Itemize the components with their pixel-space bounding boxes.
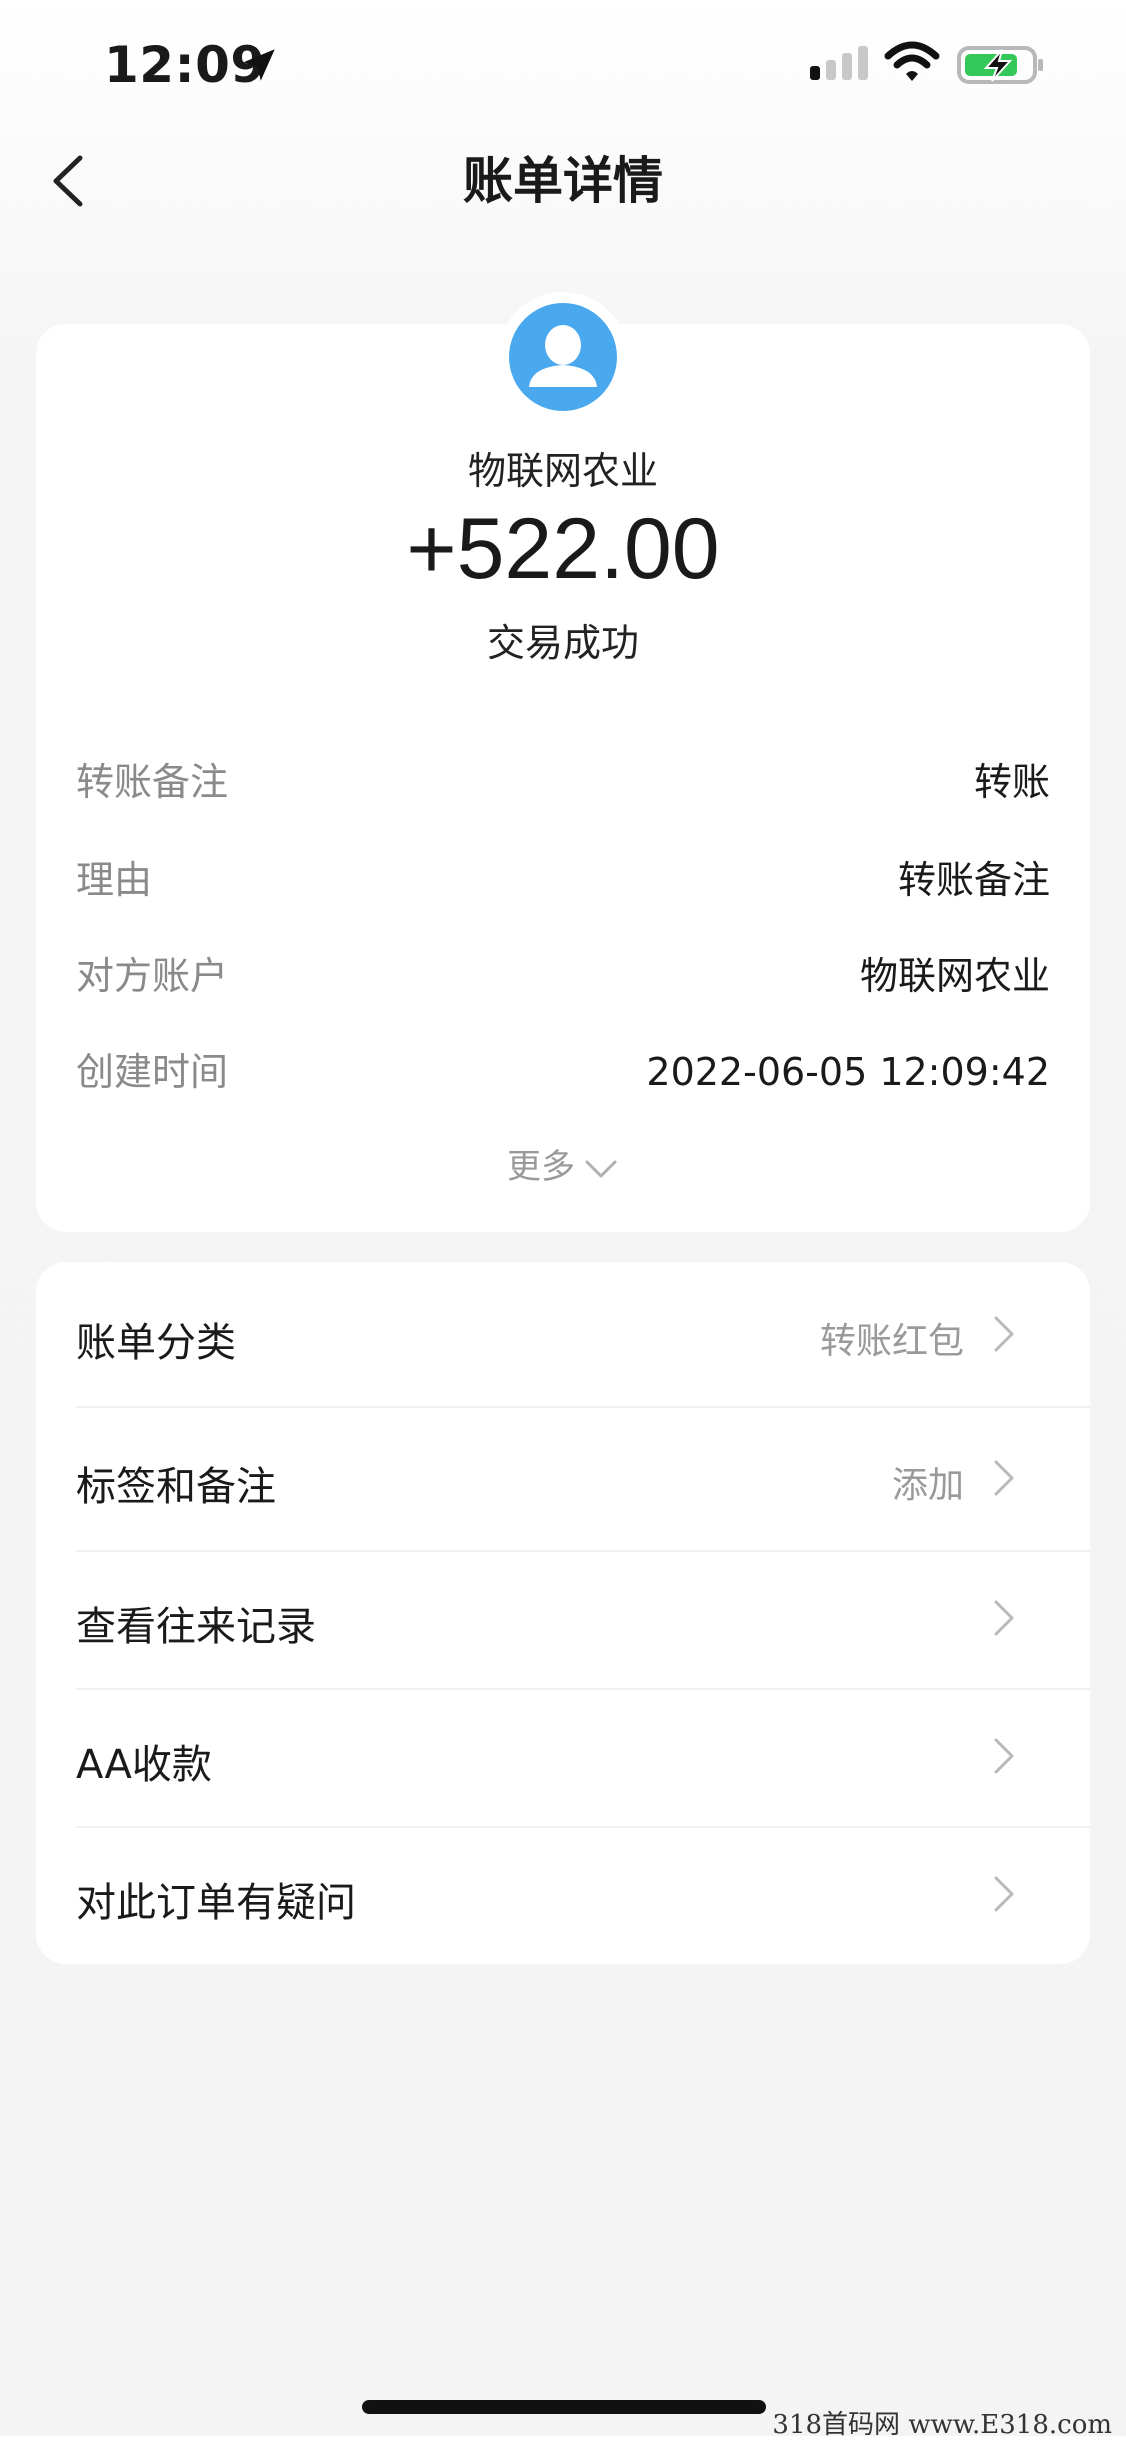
status-bar: 12:09 xyxy=(0,0,1126,130)
home-indicator xyxy=(362,2400,766,2414)
watermark: 318首码网 www.E318.com xyxy=(772,2410,1112,2440)
detail-row-remark: 转账备注 转账 xyxy=(76,752,1050,812)
menu-item-label: 对此订单有疑问 xyxy=(76,1880,356,1926)
menu-item-value: 转账红包 xyxy=(819,1321,964,1362)
menu-item-history[interactable]: 查看往来记录 xyxy=(36,1552,1054,1688)
page-title: 账单详情 xyxy=(463,152,663,210)
detail-label: 创建时间 xyxy=(76,1050,229,1094)
detail-label: 对方账户 xyxy=(76,954,229,998)
transaction-status: 交易成功 xyxy=(486,621,639,665)
location-arrow-icon xyxy=(243,49,275,81)
menu-item-label: 账单分类 xyxy=(76,1320,236,1366)
detail-value: 转账备注 xyxy=(897,858,1050,902)
avatar xyxy=(498,292,628,422)
wifi-icon xyxy=(884,41,940,81)
detail-row-created-time: 创建时间 2022-06-05 12:09:42 xyxy=(76,1042,1050,1102)
detail-label: 转账备注 xyxy=(76,760,229,804)
menu-item-label: AA收款 xyxy=(76,1742,212,1788)
chevron-down-icon xyxy=(585,1160,617,1177)
battery-charging-icon xyxy=(957,46,1043,84)
detail-label: 理由 xyxy=(76,858,153,902)
menu-item-label: 标签和备注 xyxy=(76,1464,276,1510)
menu-item-bill-category[interactable]: 账单分类 转账红包 xyxy=(36,1262,1054,1406)
menu-item-label: 查看往来记录 xyxy=(76,1604,316,1650)
chevron-right-icon xyxy=(994,1738,1014,1774)
counterparty-name: 物联网农业 xyxy=(467,449,658,493)
detail-value: 转账 xyxy=(973,760,1050,804)
chevron-right-icon xyxy=(994,1316,1014,1352)
menu-item-tags-notes[interactable]: 标签和备注 添加 xyxy=(36,1408,1054,1550)
more-button[interactable]: 更多 xyxy=(0,1142,1126,1192)
detail-value: 物联网农业 xyxy=(859,954,1050,998)
menu-item-aa-collect[interactable]: AA收款 xyxy=(36,1690,1054,1826)
transaction-amount: +522.00 xyxy=(406,501,720,597)
more-label: 更多 xyxy=(507,1147,575,1187)
chevron-right-icon xyxy=(994,1600,1014,1636)
detail-value: 2022-06-05 12:09:42 xyxy=(646,1050,1050,1094)
detail-row-account: 对方账户 物联网农业 xyxy=(76,946,1050,1006)
back-chevron-icon[interactable] xyxy=(40,148,100,214)
menu-item-order-question[interactable]: 对此订单有疑问 xyxy=(36,1828,1054,1964)
detail-row-reason: 理由 转账备注 xyxy=(76,850,1050,910)
signal-icon xyxy=(810,46,868,80)
menu-item-value: 添加 xyxy=(891,1465,964,1506)
chevron-right-icon xyxy=(994,1460,1014,1496)
chevron-right-icon xyxy=(994,1876,1014,1912)
user-avatar-icon xyxy=(529,325,597,387)
